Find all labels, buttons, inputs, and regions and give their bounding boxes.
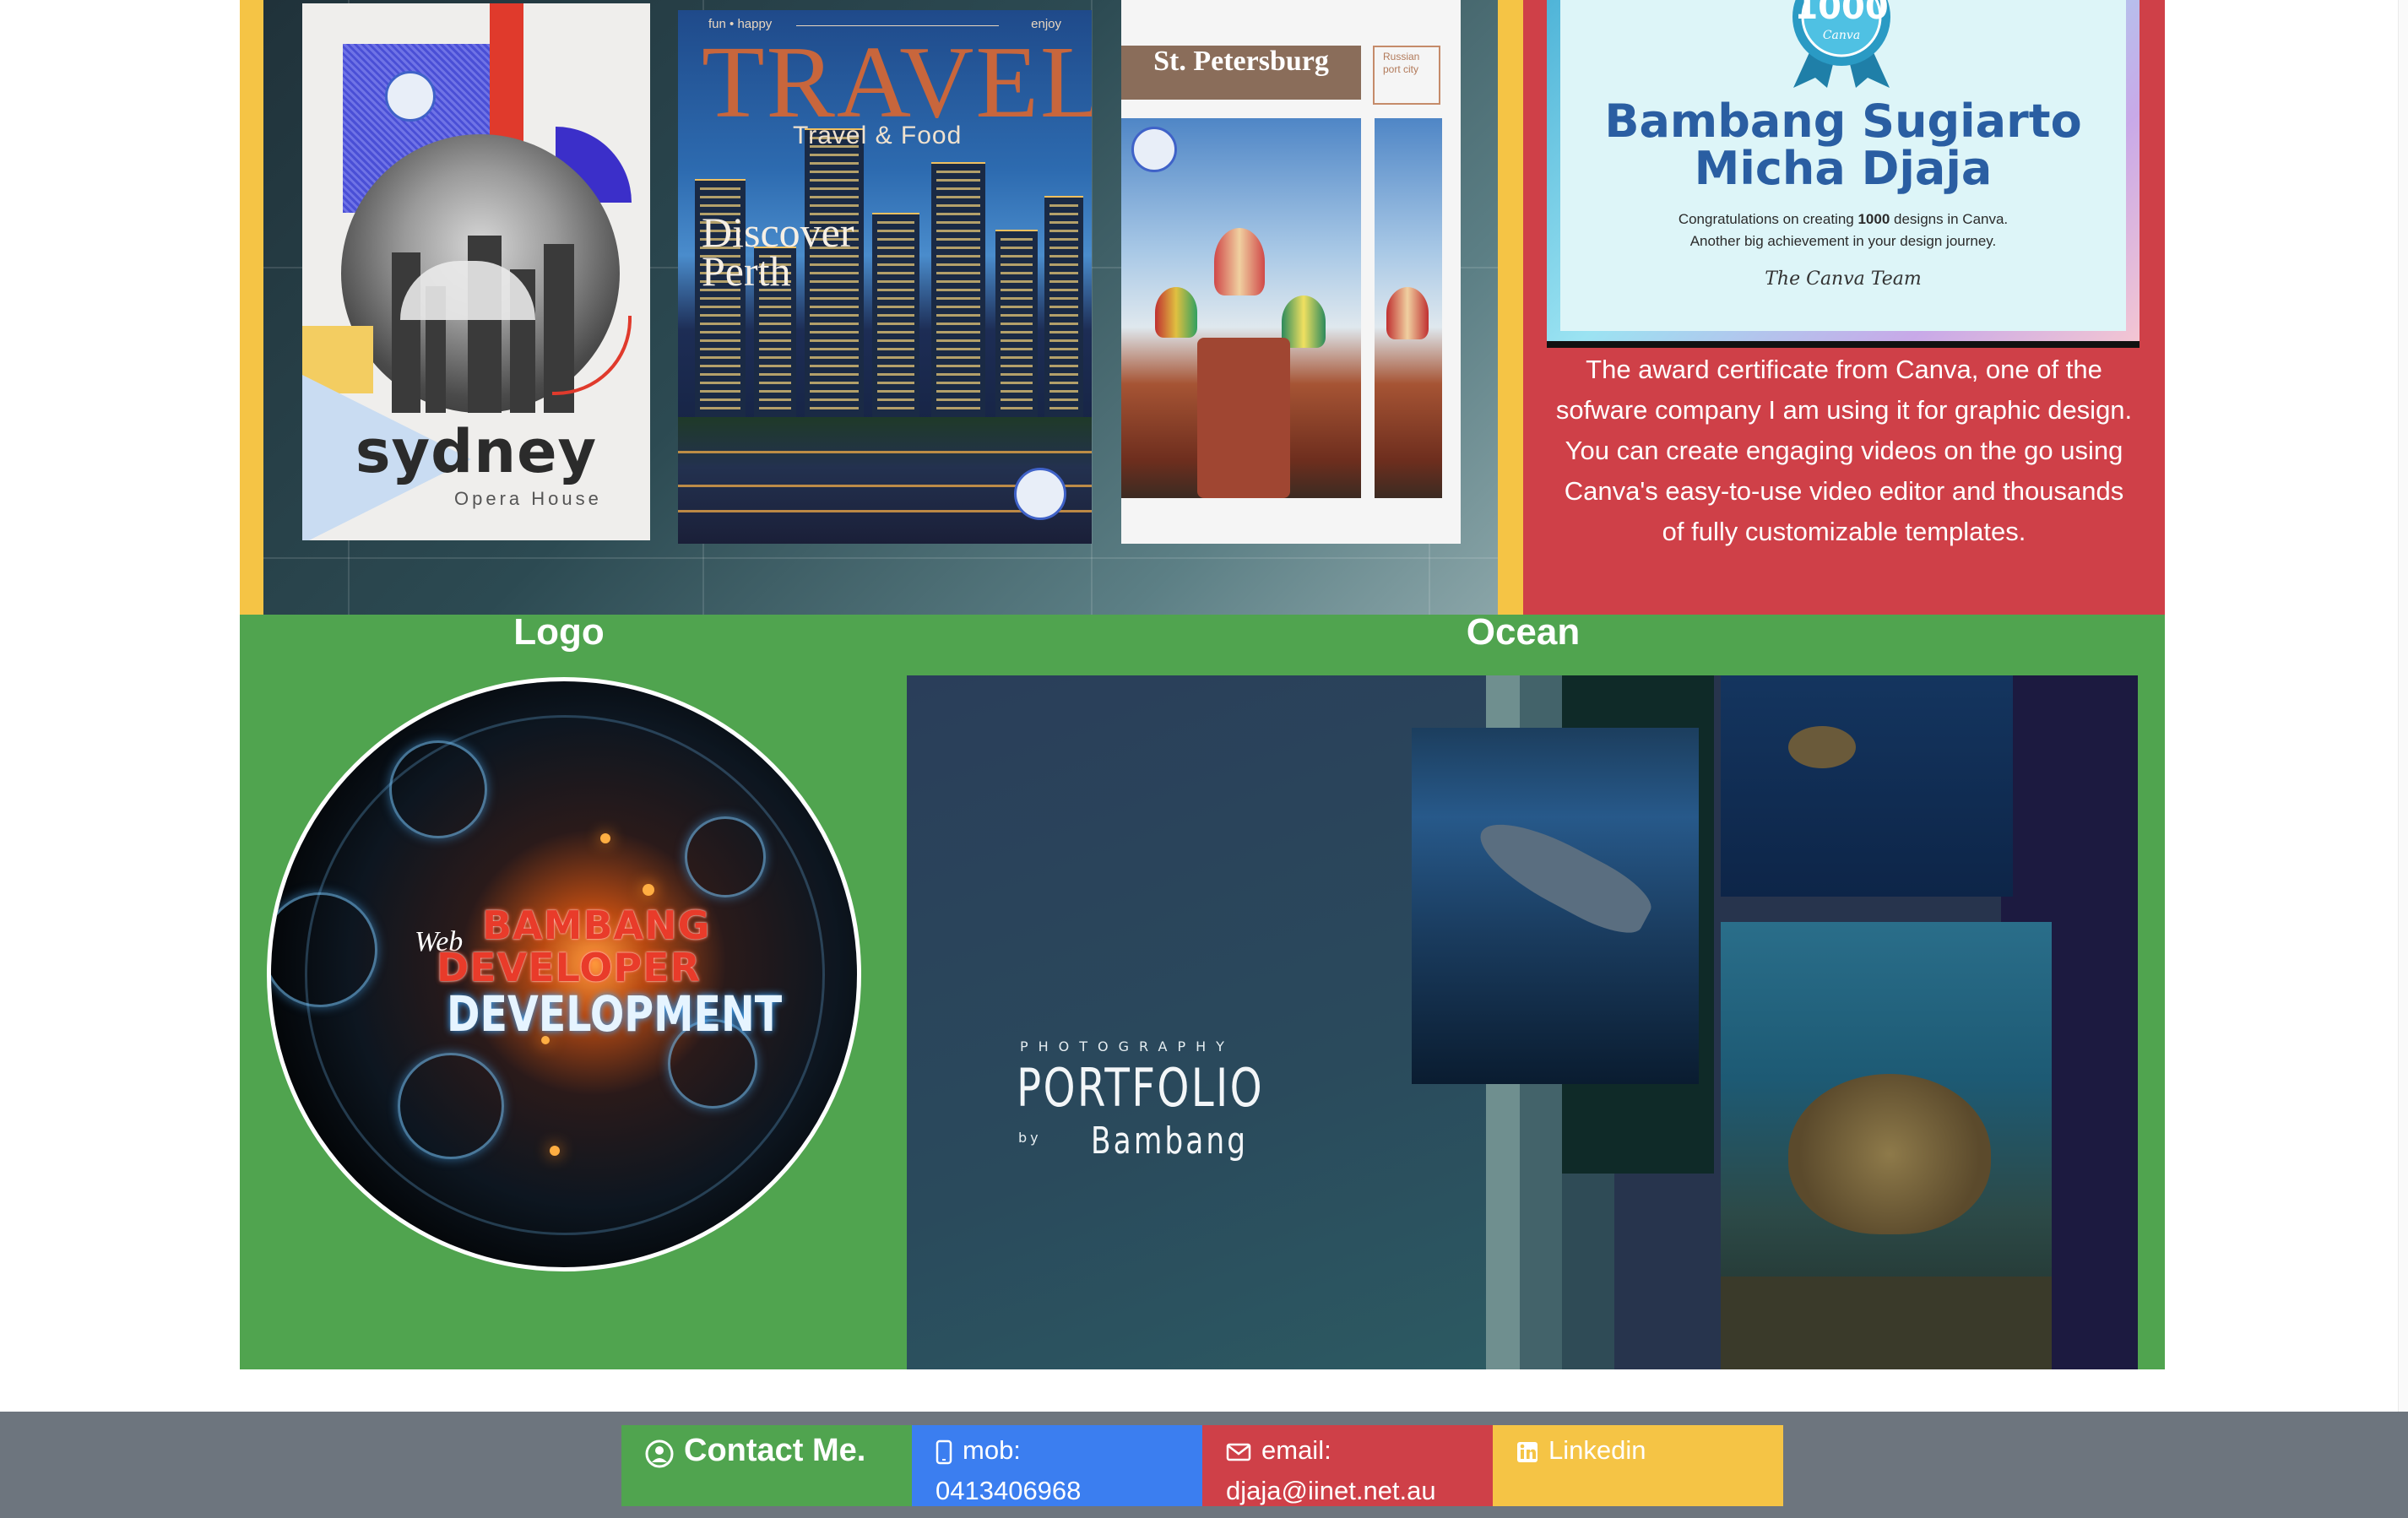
travel-headline: Discover Perth bbox=[702, 209, 854, 295]
logo-word-development: DEVELOPMENT bbox=[447, 985, 783, 1043]
grid-line bbox=[263, 557, 1498, 559]
cathedral-photo bbox=[1121, 118, 1361, 498]
light-trail bbox=[678, 451, 1092, 453]
turtle-swimming-photo bbox=[1721, 675, 2013, 897]
award-badge-icon: 1000 Canva bbox=[1792, 0, 1890, 88]
sydney-subtitle: Opera House bbox=[454, 488, 602, 509]
travel-headline-line1: Discover bbox=[702, 209, 854, 256]
reef bbox=[1721, 1277, 2052, 1369]
certificate-message-line1: Congratulations on creating 1000 designs… bbox=[1547, 211, 2140, 228]
st-petersburg-tag: Russian port city bbox=[1383, 51, 1420, 75]
ocean-portfolio-image[interactable]: PHOTOGRAPHY PORTFOLIO by Bambang bbox=[907, 675, 2138, 1369]
travel-headline-line2: Perth bbox=[702, 247, 791, 295]
turtle-shape bbox=[1788, 726, 1856, 768]
certificate-name-line1: Bambang Sugiarto bbox=[1604, 95, 2082, 148]
dome bbox=[1155, 287, 1197, 338]
contact-mobile-cell[interactable]: mob: 0413406968 bbox=[912, 1425, 1202, 1506]
bambang-badge-icon bbox=[385, 71, 436, 122]
envelope-icon bbox=[1226, 1443, 1251, 1461]
building bbox=[995, 230, 1038, 417]
message-count: 1000 bbox=[1858, 211, 1890, 227]
bambang-badge-icon bbox=[1014, 468, 1066, 520]
contact-me-cell: Contact Me. bbox=[621, 1425, 912, 1506]
glow-dot bbox=[600, 833, 610, 843]
certificate-border-line bbox=[1547, 341, 2140, 348]
person-circle-icon bbox=[645, 1439, 674, 1468]
logo-word-developer: DEVELOPER bbox=[437, 945, 701, 990]
logo-image[interactable]: Web BAMBANG DEVELOPER DEVELOPMENT bbox=[267, 677, 861, 1271]
st-petersburg-title: St. Petersburg bbox=[1153, 46, 1329, 77]
sea-turtle-photo bbox=[1721, 922, 2052, 1369]
travel-subtitle: Travel & Food bbox=[793, 122, 963, 149]
portfolio-eyebrow: PHOTOGRAPHY bbox=[1020, 1038, 1234, 1054]
building bbox=[872, 213, 919, 417]
contact-email-cell[interactable]: email: djaja@iinet.net.au bbox=[1202, 1425, 1493, 1506]
ocean-heading: Ocean bbox=[1466, 611, 1581, 653]
phone-icon bbox=[936, 1439, 952, 1465]
whale-shape bbox=[1467, 805, 1660, 946]
contact-me-label: Contact Me. bbox=[684, 1433, 866, 1468]
email-label: email: bbox=[1261, 1435, 1331, 1465]
scrollbar[interactable] bbox=[2398, 0, 2408, 1412]
whale-photo bbox=[1412, 728, 1699, 1084]
portfolio-title: PORTFOLIO bbox=[1017, 1057, 1265, 1119]
mobile-label: mob: bbox=[963, 1435, 1021, 1465]
building bbox=[1044, 196, 1083, 417]
certificate-caption: The award certificate from Canva, one of… bbox=[1555, 355, 2133, 546]
badge-brand: Canva bbox=[1823, 29, 1860, 42]
turtle-shape bbox=[1788, 1074, 1991, 1234]
portfolio-background bbox=[907, 675, 1498, 1369]
cathedral-body bbox=[1197, 338, 1290, 498]
st-petersburg-poster[interactable]: St. Petersburg Russian port city bbox=[1121, 0, 1461, 544]
cathedral-photo-strip bbox=[1375, 118, 1442, 498]
certificate-signature: The Canva Team bbox=[1765, 268, 1922, 290]
sydney-title: sydney bbox=[355, 417, 598, 486]
logo-heading: Logo bbox=[513, 611, 605, 653]
linkedin-icon bbox=[1517, 1441, 1538, 1462]
dome bbox=[1386, 287, 1429, 339]
linkedin-link[interactable]: Linkedin bbox=[1548, 1435, 1646, 1465]
bambang-badge-icon bbox=[1131, 127, 1177, 172]
contact-linkedin-cell[interactable]: Linkedin bbox=[1493, 1425, 1783, 1506]
decor-arc bbox=[552, 316, 632, 395]
glow-dot bbox=[550, 1146, 560, 1156]
email-address[interactable]: djaja@iinet.net.au bbox=[1226, 1471, 1469, 1511]
message-text: designs in Canva. bbox=[1890, 211, 2009, 227]
sydney-poster[interactable]: sydney Opera House bbox=[302, 3, 650, 540]
building bbox=[931, 162, 985, 417]
certificate-message-line2: Another big achievement in your design j… bbox=[1689, 233, 1997, 249]
badge-number: 1000 bbox=[1794, 0, 1888, 27]
portfolio-author: Bambang bbox=[1091, 1120, 1249, 1163]
certificate-name-line2: Micha Djaja bbox=[1694, 142, 1993, 195]
message-text: Congratulations on creating bbox=[1678, 211, 1858, 227]
mobile-number[interactable]: 0413406968 bbox=[936, 1471, 1179, 1511]
travel-poster[interactable]: fun • happy enjoy TRAVEL Travel & Food D… bbox=[678, 10, 1092, 544]
logo-word-bambang: BAMBANG bbox=[482, 903, 711, 948]
decor-bar bbox=[490, 3, 523, 152]
portfolio-by: by bbox=[1018, 1130, 1042, 1146]
glow-dot bbox=[643, 884, 654, 896]
certificate-panel-border bbox=[1498, 0, 1523, 615]
dome bbox=[1214, 228, 1265, 295]
